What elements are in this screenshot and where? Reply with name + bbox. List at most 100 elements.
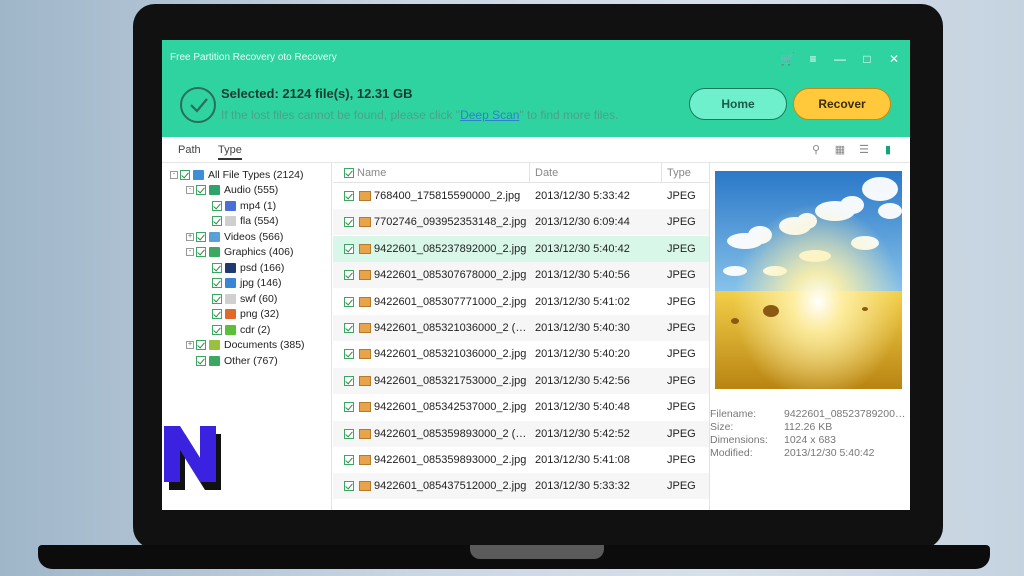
row-checkbox[interactable] <box>344 191 354 201</box>
tree-item[interactable]: fla (554) <box>202 214 279 229</box>
jpg-file-icon <box>359 323 371 333</box>
list-view-icon[interactable]: ☰ <box>858 143 870 156</box>
dimensions-label: Dimensions: <box>710 434 768 446</box>
table-row[interactable]: 9422601_085342537000_2.jpg 2013/12/30 5:4… <box>333 394 709 420</box>
file-type: JPEG <box>667 269 696 282</box>
table-row[interactable]: 9422601_085321036000_2 (1).jpg 2013/12/30… <box>333 315 709 341</box>
folder-icon <box>209 355 220 366</box>
dimensions-value: 1024 x 683 <box>784 434 836 446</box>
table-row[interactable]: 9422601_085359893000_2.jpg 2013/12/30 5:4… <box>333 447 709 473</box>
video-icon <box>209 231 220 242</box>
row-checkbox[interactable] <box>344 217 354 228</box>
file-date: 2013/12/30 5:40:20 <box>535 348 630 361</box>
row-checkbox[interactable] <box>344 243 354 254</box>
tree-item[interactable]: - All File Types (2124) <box>170 167 304 182</box>
table-row[interactable]: 9422601_085307771000_2.jpg 2013/12/30 5:4… <box>333 289 709 315</box>
table-row[interactable]: 9422601_085359893000_2 (1).jpg 2013/12/30… <box>333 420 709 447</box>
tree-checkbox[interactable] <box>212 262 222 273</box>
app-header: Free Partition Recovery oto Recovery 🛒 ≡… <box>162 40 910 137</box>
tree-item[interactable]: swf (60) <box>202 291 277 306</box>
table-row[interactable]: 9422601_085237892000_2.jpg 2013/12/30 5:4… <box>333 235 709 262</box>
tree-checkbox[interactable] <box>212 293 222 304</box>
tree-item[interactable]: jpg (146) <box>202 276 281 291</box>
search-icon[interactable]: ⚲ <box>810 143 822 156</box>
expand-toggle-icon[interactable]: + <box>186 341 194 349</box>
column-type[interactable]: Type <box>667 167 691 179</box>
tree-item[interactable]: Other (767) <box>186 353 278 368</box>
tree-checkbox[interactable] <box>196 185 206 195</box>
row-checkbox[interactable] <box>344 481 354 492</box>
expand-toggle-icon[interactable]: + <box>186 232 194 241</box>
tree-checkbox[interactable] <box>196 247 206 257</box>
table-row[interactable]: 768400_175815590000_2.jpg 2013/12/30 5:33… <box>333 183 709 209</box>
tree-item[interactable]: - Graphics (406) <box>186 245 293 260</box>
tree-checkbox[interactable] <box>196 231 206 242</box>
tree-checkbox[interactable] <box>212 216 222 226</box>
table-row[interactable]: 9422601_085307678000_2.jpg 2013/12/30 5:4… <box>333 262 709 289</box>
tree-checkbox[interactable] <box>180 169 190 180</box>
maximize-icon[interactable]: □ <box>861 52 873 66</box>
file-type: JPEG <box>667 322 696 334</box>
tree-item-label: jpg (146) <box>240 277 282 289</box>
row-checkbox[interactable] <box>344 455 354 465</box>
cart-icon[interactable]: 🛒 <box>780 52 795 66</box>
row-checkbox[interactable] <box>344 428 354 439</box>
document-icon <box>209 340 220 350</box>
tree-item-label: png (32) <box>240 308 280 320</box>
tree-item[interactable]: png (32) <box>202 307 279 322</box>
tree-item[interactable]: + Documents (385) <box>186 338 305 353</box>
psd-file-icon <box>225 262 236 273</box>
file-type: JPEG <box>667 242 696 255</box>
tab-path[interactable]: Path <box>178 144 201 156</box>
expand-toggle-icon[interactable]: - <box>186 186 194 194</box>
row-checkbox[interactable] <box>344 349 354 360</box>
tree-checkbox[interactable] <box>212 200 222 211</box>
detail-view-icon[interactable]: ▮ <box>882 143 894 156</box>
expand-toggle-icon[interactable]: - <box>186 248 194 256</box>
table-row[interactable]: 9422601_085437512000_2.jpg 2013/12/30 5:3… <box>333 473 709 500</box>
menu-icon[interactable]: ≡ <box>807 52 819 66</box>
mp4-file-icon <box>225 200 236 211</box>
tree-item[interactable]: mp4 (1) <box>202 198 276 213</box>
tree-checkbox[interactable] <box>212 324 222 335</box>
tree-checkbox[interactable] <box>196 355 206 366</box>
deep-scan-link[interactable]: Deep Scan <box>460 108 519 122</box>
cdr-file-icon <box>225 324 236 335</box>
file-date: 2013/12/30 5:33:42 <box>535 190 630 202</box>
home-button[interactable]: Home <box>689 88 787 120</box>
tree-checkbox[interactable] <box>196 340 206 350</box>
table-row[interactable]: 9422601_085321036000_2.jpg 2013/12/30 5:4… <box>333 341 709 367</box>
file-name: 9422601_085307678000_2.jpg <box>374 269 527 282</box>
select-all-checkbox[interactable] <box>344 168 354 178</box>
row-checkbox[interactable] <box>344 296 354 307</box>
minimize-icon[interactable]: — <box>834 52 846 66</box>
column-divider <box>661 163 662 183</box>
tree-item-label: fla (554) <box>240 215 279 227</box>
tree-item-label: swf (60) <box>240 292 278 305</box>
close-icon[interactable]: ✕ <box>888 52 900 66</box>
size-label: Size: <box>710 421 734 433</box>
row-checkbox[interactable] <box>344 270 354 281</box>
tree-item-label: mp4 (1) <box>240 199 277 212</box>
row-checkbox[interactable] <box>344 402 354 413</box>
tree-item[interactable]: - Audio (555) <box>186 183 278 198</box>
table-row[interactable]: 9422601_085321753000_2.jpg 2013/12/30 5:4… <box>333 367 709 394</box>
file-date: 2013/12/30 5:40:56 <box>535 269 630 282</box>
tree-checkbox[interactable] <box>212 309 222 319</box>
tree-item[interactable]: psd (166) <box>202 260 284 275</box>
status-check-icon <box>180 87 216 123</box>
tab-type[interactable]: Type <box>218 144 242 160</box>
tree-item[interactable]: + Videos (566) <box>186 229 283 244</box>
recover-button[interactable]: Recover <box>793 88 891 120</box>
row-checkbox[interactable] <box>344 375 354 386</box>
row-checkbox[interactable] <box>344 323 354 333</box>
grid-view-icon[interactable]: ▦ <box>834 143 846 156</box>
expand-toggle-icon[interactable]: - <box>170 170 178 179</box>
modified-value: 2013/12/30 5:40:42 <box>784 447 875 459</box>
file-name: 9422601_085307771000_2.jpg <box>374 295 527 308</box>
tree-item[interactable]: cdr (2) <box>202 322 270 337</box>
table-row[interactable]: 7702746_093952353148_2.jpg 2013/12/30 6:0… <box>333 209 709 236</box>
column-name[interactable]: Name <box>357 167 386 179</box>
column-date[interactable]: Date <box>535 167 558 179</box>
tree-checkbox[interactable] <box>212 278 222 288</box>
